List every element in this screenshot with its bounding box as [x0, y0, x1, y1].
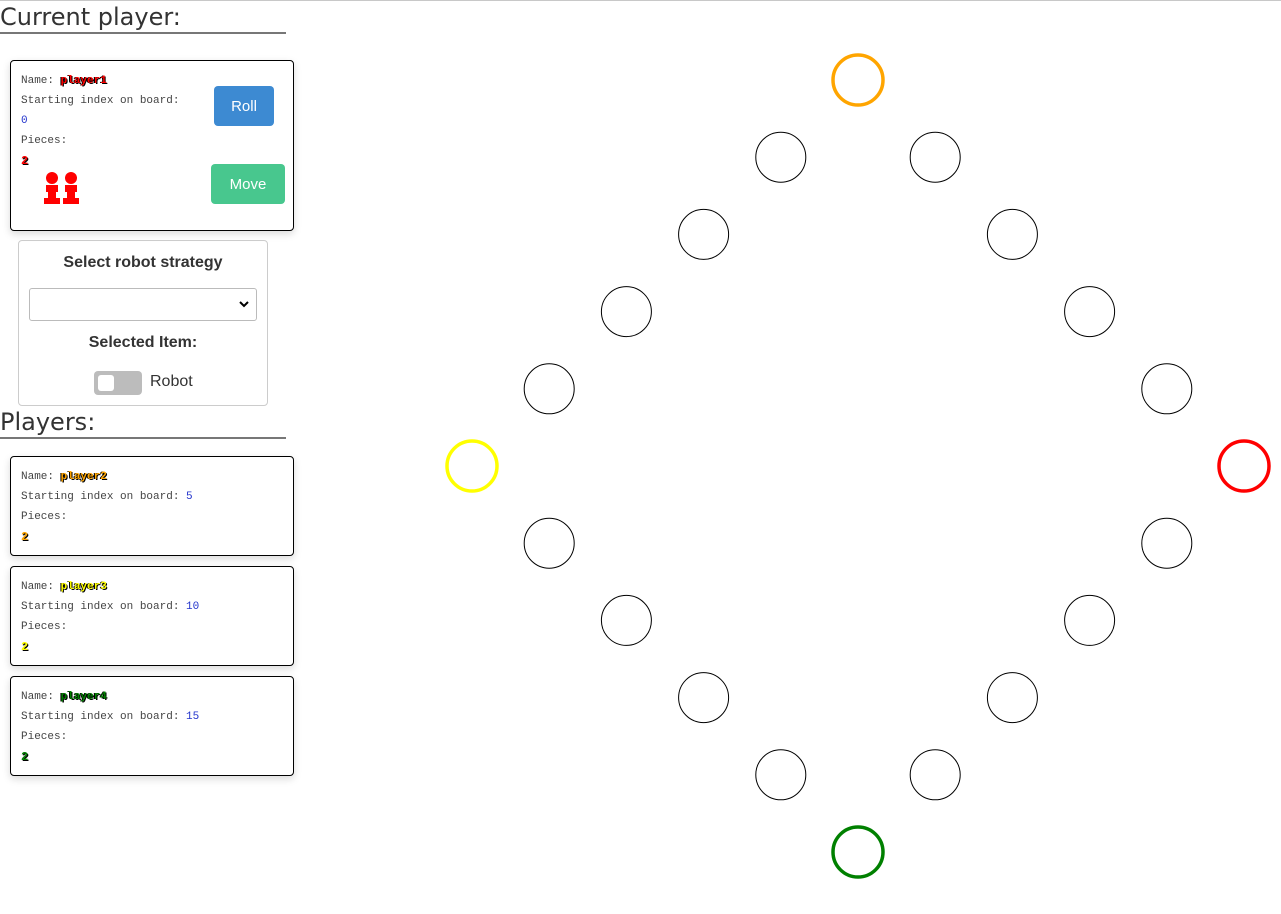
- starting-index-label: Starting index on board:: [21, 601, 180, 613]
- board-field-3[interactable]: [986, 208, 1038, 260]
- starting-index-value: 10: [186, 601, 200, 613]
- pieces-count: 2: [21, 640, 29, 654]
- starting-index-value: 0: [21, 115, 28, 127]
- pieces-label: Pieces:: [21, 621, 68, 633]
- top-divider: [0, 0, 1281, 1]
- name-label: Name:: [21, 75, 55, 87]
- starting-index-value: 15: [186, 711, 200, 723]
- board-field-1[interactable]: [1141, 363, 1193, 415]
- board-field-9[interactable]: [523, 363, 575, 415]
- board-field-12[interactable]: [600, 594, 652, 646]
- board-field-7[interactable]: [678, 208, 730, 260]
- pieces-label: Pieces:: [21, 731, 68, 743]
- board-field-4[interactable]: [909, 131, 961, 183]
- player-name: player1: [60, 75, 107, 87]
- starting-index-label: Starting index on board:: [21, 711, 180, 723]
- robot-toggle-label: Robot: [150, 373, 193, 390]
- starting-index-label: Starting index on board:: [21, 95, 180, 107]
- players-heading: Players:: [0, 407, 286, 439]
- player-name: player3: [60, 581, 107, 593]
- robot-toggle[interactable]: [94, 371, 142, 395]
- start-field-0[interactable]: [1217, 439, 1271, 493]
- player-card: Name: player4 Starting index on board: 1…: [10, 676, 294, 776]
- player-card: Name: player3 Starting index on board: 1…: [10, 566, 294, 666]
- start-field-10[interactable]: [445, 439, 499, 493]
- board-field-14[interactable]: [755, 749, 807, 801]
- move-button[interactable]: Move: [211, 164, 285, 204]
- board-field-18[interactable]: [1064, 594, 1116, 646]
- selected-item-label: Selected Item:: [88, 334, 198, 351]
- robot-strategy-panel: Select robot strategy Selected Item: Rob…: [18, 240, 268, 406]
- pieces-label: Pieces:: [21, 135, 68, 147]
- pawn-pieces[interactable]: [41, 171, 83, 207]
- robot-strategy-select[interactable]: [29, 288, 257, 321]
- pieces-count: 2: [21, 154, 29, 168]
- name-label: Name:: [21, 691, 55, 703]
- board-field-8[interactable]: [600, 286, 652, 338]
- board-field-16[interactable]: [909, 749, 961, 801]
- pawn-icon: [63, 172, 79, 204]
- board-field-19[interactable]: [1141, 517, 1193, 569]
- board-field-17[interactable]: [986, 672, 1038, 724]
- pieces-label: Pieces:: [21, 511, 68, 523]
- starting-index-label: Starting index on board:: [21, 491, 180, 503]
- pieces-count: 2: [21, 530, 29, 544]
- name-label: Name:: [21, 581, 55, 593]
- current-player-card: Name: player1 Starting index on board: 0…: [10, 60, 294, 231]
- start-field-5[interactable]: [831, 53, 885, 107]
- pawn-icon: [44, 172, 60, 204]
- current-player-heading: Current player:: [0, 2, 286, 34]
- start-field-15[interactable]: [831, 825, 885, 879]
- board-field-11[interactable]: [523, 517, 575, 569]
- board-field-2[interactable]: [1064, 286, 1116, 338]
- board-field-13[interactable]: [678, 672, 730, 724]
- chevron-down-icon: [239, 301, 249, 308]
- roll-button[interactable]: Roll: [214, 86, 274, 126]
- player-card: Name: player2 Starting index on board: 5…: [10, 456, 294, 556]
- toggle-knob: [98, 375, 114, 391]
- player-name: player4: [60, 691, 107, 703]
- player-name: player2: [60, 471, 107, 483]
- name-label: Name:: [21, 471, 55, 483]
- robot-strategy-title: Select robot strategy: [63, 254, 223, 271]
- board-field-6[interactable]: [755, 131, 807, 183]
- starting-index-value: 5: [186, 491, 193, 503]
- pieces-count: 2: [21, 750, 29, 764]
